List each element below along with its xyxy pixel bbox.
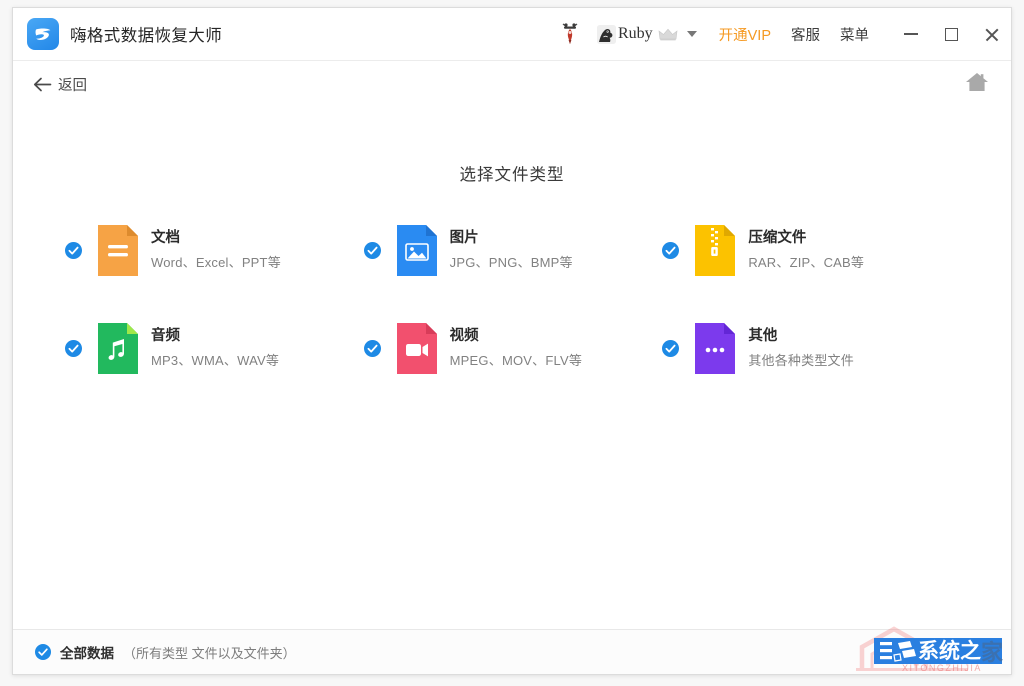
file-type-desc: MP3、WMA、WAV等 xyxy=(151,354,279,368)
file-type-text: 音频 MP3、WMA、WAV等 xyxy=(151,329,279,368)
user-account-menu[interactable]: Ruby xyxy=(595,8,699,60)
footer-bar: 全部数据 （所有类型 文件以及文件夹） xyxy=(13,629,1011,674)
video-camera-icon xyxy=(397,323,437,374)
close-button[interactable] xyxy=(971,8,1011,61)
minimize-button[interactable] xyxy=(891,8,931,61)
open-vip-link[interactable]: 开通VIP xyxy=(719,24,771,45)
all-data-sublabel: （所有类型 文件以及文件夹） xyxy=(123,643,296,662)
file-type-desc: JPG、PNG、BMP等 xyxy=(450,256,573,270)
file-type-image[interactable]: 图片 JPG、PNG、BMP等 xyxy=(364,225,663,276)
file-type-grid: 文档 Word、Excel、PPT等 xyxy=(13,225,1011,374)
file-type-text: 视频 MPEG、MOV、FLV等 xyxy=(450,329,582,368)
check-circle-icon[interactable] xyxy=(65,242,82,259)
file-type-other[interactable]: 其他 其他各种类型文件 xyxy=(662,323,961,374)
check-circle-icon[interactable] xyxy=(662,340,679,357)
music-note-icon xyxy=(98,323,138,374)
main-content: 选择文件类型 xyxy=(13,108,1011,629)
file-type-desc: MPEG、MOV、FLV等 xyxy=(450,354,582,368)
minimize-icon xyxy=(904,33,918,35)
document-lines-icon xyxy=(98,225,138,276)
titlebar-actions: Ruby 开通VIP 客服 菜单 xyxy=(557,8,1011,60)
all-data-label: 全部数据 xyxy=(60,642,114,662)
app-title: 嗨格式数据恢复大师 xyxy=(70,22,222,46)
zipper-icon xyxy=(695,225,735,276)
home-button[interactable] xyxy=(965,71,989,98)
check-circle-icon[interactable] xyxy=(65,340,82,357)
chevron-down-icon[interactable] xyxy=(687,31,697,37)
check-circle-icon[interactable] xyxy=(35,644,51,660)
customer-service-link[interactable]: 客服 xyxy=(791,24,820,45)
file-type-audio[interactable]: 音频 MP3、WMA、WAV等 xyxy=(65,323,364,374)
file-type-desc: Word、Excel、PPT等 xyxy=(151,256,281,270)
maximize-icon xyxy=(945,28,958,41)
back-label: 返回 xyxy=(58,74,87,95)
window-controls xyxy=(891,8,1011,60)
file-type-name: 视频 xyxy=(450,329,582,345)
page-title: 选择文件类型 xyxy=(13,161,1011,185)
file-type-text: 其他 其他各种类型文件 xyxy=(748,329,854,368)
check-circle-icon[interactable] xyxy=(364,340,381,357)
navigation-row: 返回 xyxy=(13,61,1011,108)
file-type-document[interactable]: 文档 Word、Excel、PPT等 xyxy=(65,225,364,276)
user-avatar-icon xyxy=(597,25,616,44)
title-bar: 嗨格式数据恢复大师 xyxy=(13,8,1011,61)
user-name: Ruby xyxy=(618,25,653,43)
ellipsis-icon xyxy=(695,323,735,374)
file-type-text: 图片 JPG、PNG、BMP等 xyxy=(450,231,573,270)
check-circle-icon[interactable] xyxy=(364,242,381,259)
file-type-video[interactable]: 视频 MPEG、MOV、FLV等 xyxy=(364,323,663,374)
file-type-text: 压缩文件 RAR、ZIP、CAB等 xyxy=(748,231,864,270)
file-type-name: 压缩文件 xyxy=(748,231,864,247)
file-type-name: 文档 xyxy=(151,231,281,247)
file-type-name: 图片 xyxy=(450,231,573,247)
crown-icon xyxy=(658,27,678,42)
d-logo-icon xyxy=(27,18,59,50)
maximize-button[interactable] xyxy=(931,8,971,61)
mascot-icon[interactable] xyxy=(557,19,583,49)
file-type-desc: 其他各种类型文件 xyxy=(748,354,854,368)
close-icon xyxy=(984,27,999,42)
file-type-name: 其他 xyxy=(748,329,854,345)
check-circle-icon[interactable] xyxy=(662,242,679,259)
file-type-text: 文档 Word、Excel、PPT等 xyxy=(151,231,281,270)
home-icon xyxy=(965,71,989,98)
arrow-left-icon xyxy=(33,77,52,92)
file-type-archive[interactable]: 压缩文件 RAR、ZIP、CAB等 xyxy=(662,225,961,276)
file-type-name: 音频 xyxy=(151,329,279,345)
image-mountain-icon xyxy=(397,225,437,276)
app-window: 嗨格式数据恢复大师 xyxy=(12,7,1012,675)
file-type-desc: RAR、ZIP、CAB等 xyxy=(748,256,864,270)
back-button[interactable]: 返回 xyxy=(33,74,87,95)
menu-link[interactable]: 菜单 xyxy=(840,24,869,45)
